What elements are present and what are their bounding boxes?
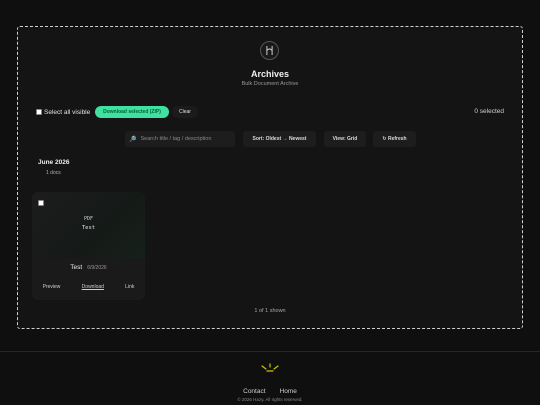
download-zip-button[interactable]: Download selected (ZIP) (95, 106, 169, 118)
document-actions: Preview Download Link (32, 284, 145, 290)
preview-link[interactable]: Preview (43, 284, 61, 290)
group-heading: June 2026 (38, 159, 70, 166)
search-input[interactable] (140, 136, 231, 142)
document-select-checkbox[interactable] (38, 200, 44, 206)
document-date: 6/9/2026 (87, 265, 107, 271)
view-toggle-button[interactable]: View: Grid (324, 131, 366, 147)
select-all-row[interactable]: Select all visible (36, 106, 90, 118)
selected-count: 0 selected (474, 108, 504, 115)
contact-link[interactable]: Contact (243, 388, 265, 395)
search-icon: 🔎 (129, 136, 137, 143)
document-card[interactable]: PDF Test Test 6/9/2026 Preview Download … (32, 192, 145, 300)
download-link[interactable]: Download (82, 284, 104, 290)
shown-count: 1 of 1 shown (254, 308, 286, 314)
copyright: © 2026 Hazy. All rights reserved. (237, 397, 303, 402)
thumbnail-filename: Test (81, 225, 96, 231)
home-link[interactable]: Home (280, 388, 297, 395)
footer: Contact Home © 2026 Hazy. All rights res… (0, 351, 540, 405)
footer-links: Contact Home (0, 388, 540, 395)
select-all-checkbox[interactable] (36, 109, 42, 115)
footer-logo-icon (261, 363, 279, 372)
select-all-label: Select all visible (44, 108, 91, 116)
page-subtitle: Bulk Document Archive (241, 81, 299, 87)
file-type-label: PDF (83, 216, 94, 222)
refresh-button[interactable]: ↻ Refresh (373, 131, 416, 147)
h-logo-icon (260, 41, 279, 60)
clear-button[interactable]: Clear (172, 106, 198, 118)
document-name: Test (70, 264, 83, 271)
page-title: Archives (250, 69, 290, 79)
group-doc-count: 1 docs (46, 170, 61, 176)
sort-button[interactable]: Sort: Oldest → Newest (243, 131, 316, 147)
document-meta: Test 6/9/2026 (32, 264, 145, 271)
search-box[interactable]: 🔎 (125, 131, 235, 147)
copy-link[interactable]: Link (125, 284, 134, 290)
